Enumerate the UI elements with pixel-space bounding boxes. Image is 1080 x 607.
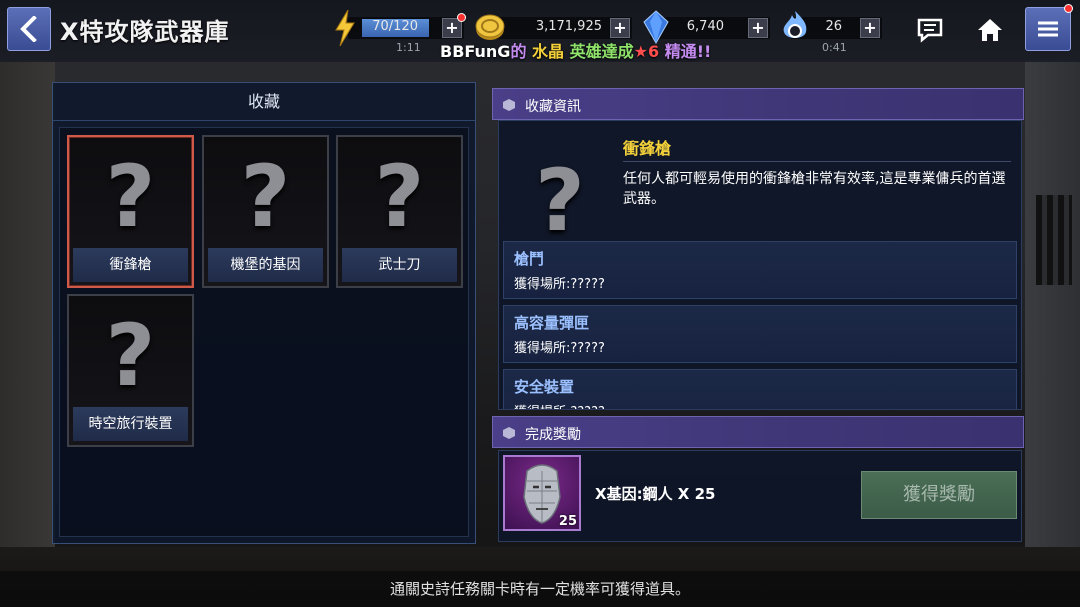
collection-item-label: 時空旅行裝置 bbox=[73, 407, 188, 441]
collection-item-label: 衝鋒槍 bbox=[73, 248, 188, 282]
menu-icon bbox=[1038, 21, 1058, 37]
collection-info-header: 收藏資訊 bbox=[492, 88, 1024, 120]
source-name: 槍鬥 bbox=[514, 250, 545, 268]
collection-item-smg[interactable]: ? 衝鋒槍 bbox=[67, 135, 194, 288]
ticker-player-name: BBFunG bbox=[440, 42, 511, 61]
crystal-value: 6,740 bbox=[686, 19, 724, 34]
source-row: 高容量彈匣 獲得場所:????? bbox=[503, 305, 1017, 363]
ticker-rest: 精通!! bbox=[664, 42, 712, 61]
source-name: 高容量彈匣 bbox=[514, 314, 590, 332]
collection-title: 收藏 bbox=[53, 83, 475, 121]
info-panel: 收藏資訊 ? 衝鋒槍 任何人都可輕易使用的衝鋒槍非常有效率,這是專業傭兵的首選武… bbox=[492, 86, 1028, 544]
background-building-right bbox=[1025, 60, 1080, 580]
claim-reward-button[interactable]: 獲得獎勵 bbox=[861, 471, 1017, 519]
unknown-item-large-icon: ? bbox=[535, 151, 585, 251]
unknown-item-icon: ? bbox=[240, 147, 291, 247]
energy-timer: 1:11 bbox=[396, 41, 421, 54]
collection-panel: 收藏 ? 衝鋒槍 ? 機堡的基因 ? 武士刀 ? 時空旅行裝置 bbox=[52, 82, 476, 544]
collection-item-label: 武士刀 bbox=[342, 248, 457, 282]
energy-resource: 70/120 + 1:11 bbox=[348, 17, 464, 54]
item-description: 任何人都可輕易使用的衝鋒槍非常有效率,這是專業傭兵的首選武器。 bbox=[623, 171, 1006, 207]
source-row: 安全裝置 獲得場所:????? bbox=[503, 369, 1017, 409]
gold-resource: 3,171,925 + bbox=[488, 17, 632, 39]
lightning-icon bbox=[335, 10, 355, 46]
stamina-value: 26 bbox=[825, 19, 842, 34]
announcement-ticker: BBFunG的 水晶 英雄達成★6 精通!! bbox=[440, 38, 711, 62]
chat-icon bbox=[917, 18, 943, 43]
hero-level: 25 bbox=[558, 514, 577, 529]
back-button[interactable] bbox=[7, 7, 51, 51]
source-name: 安全裝置 bbox=[514, 378, 575, 396]
hexagon-icon bbox=[503, 427, 515, 439]
stamina-plus-button[interactable]: + bbox=[860, 18, 880, 38]
completion-reward-box: 25 X基因:鋼人 X 25 獲得獎勵 bbox=[498, 450, 1022, 542]
background-window bbox=[1036, 195, 1072, 285]
source-row: 槍鬥 獲得場所:????? bbox=[503, 241, 1017, 299]
completion-reward-title: 完成獎勵 bbox=[525, 427, 581, 443]
page-title: X特攻隊武器庫 bbox=[60, 18, 230, 46]
energy-notification-dot bbox=[457, 13, 466, 22]
gold-plus-button[interactable]: + bbox=[610, 18, 630, 38]
collection-info-title: 收藏資訊 bbox=[525, 99, 581, 115]
stamina-timer: 0:41 bbox=[822, 41, 847, 54]
gold-value: 3,171,925 bbox=[535, 19, 602, 34]
home-button[interactable] bbox=[970, 12, 1010, 48]
ticker-item: 水晶 bbox=[532, 42, 565, 61]
energy-value: 70/120 bbox=[372, 19, 418, 34]
flame-icon bbox=[783, 11, 807, 38]
source-location: 獲得場所:????? bbox=[514, 341, 605, 356]
completion-reward-header: 完成獎勵 bbox=[492, 416, 1024, 448]
menu-button[interactable] bbox=[1025, 7, 1071, 51]
ticker-star: ★6 bbox=[633, 42, 660, 61]
collection-item-time-device[interactable]: ? 時空旅行裝置 bbox=[67, 294, 194, 447]
collection-grid: ? 衝鋒槍 ? 機堡的基因 ? 武士刀 ? 時空旅行裝置 bbox=[59, 127, 469, 537]
chat-button[interactable] bbox=[910, 12, 950, 48]
collection-item-label: 機堡的基因 bbox=[208, 248, 323, 282]
ticker-verb: 英雄達成 bbox=[569, 42, 634, 61]
background-building-left bbox=[0, 60, 55, 580]
top-bar: X特攻隊武器庫 70/120 + 1:11 3,171,925 + 6,740 … bbox=[0, 0, 1080, 62]
home-icon bbox=[978, 19, 1002, 41]
crystal-plus-button[interactable]: + bbox=[748, 18, 768, 38]
hexagon-icon bbox=[503, 99, 515, 111]
source-location: 獲得場所:????? bbox=[514, 277, 605, 292]
menu-notification-dot bbox=[1064, 4, 1073, 13]
item-name: 衝鋒槍 bbox=[623, 139, 672, 158]
unknown-item-icon: ? bbox=[105, 147, 156, 247]
reward-text: X基因:鋼人 X 25 bbox=[595, 485, 716, 503]
ticker-of: 的 bbox=[510, 42, 527, 61]
collection-item-katana[interactable]: ? 武士刀 bbox=[336, 135, 463, 288]
source-location: 獲得場所:????? bbox=[514, 401, 605, 409]
collection-item-gene[interactable]: ? 機堡的基因 bbox=[202, 135, 329, 288]
collection-info-box: ? 衝鋒槍 任何人都可輕易使用的衝鋒槍非常有效率,這是專業傭兵的首選武器。 槍鬥… bbox=[498, 120, 1022, 410]
hero-portrait: 25 bbox=[503, 455, 581, 531]
footer-message: 通關史詩任務關卡時有一定機率可獲得道具。 bbox=[389, 580, 690, 598]
chevron-left-icon bbox=[20, 16, 37, 42]
divider bbox=[623, 161, 1011, 162]
unknown-item-icon: ? bbox=[374, 147, 425, 247]
unknown-item-icon: ? bbox=[105, 306, 156, 406]
